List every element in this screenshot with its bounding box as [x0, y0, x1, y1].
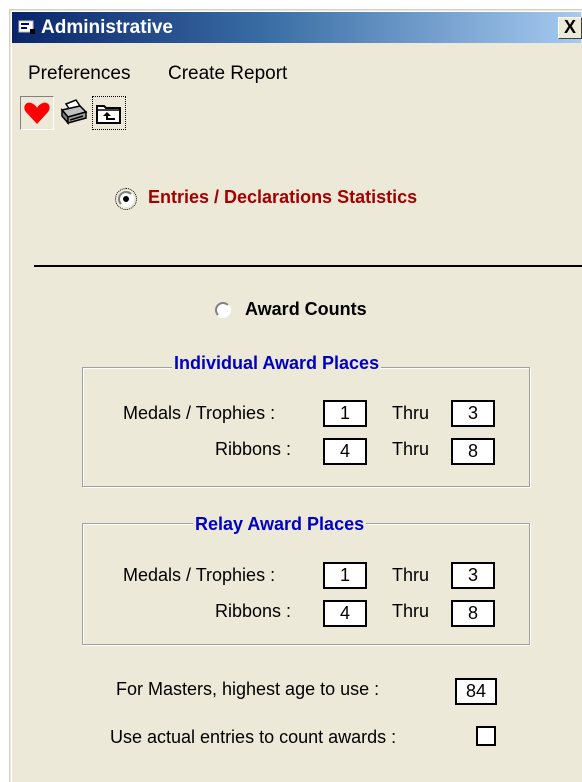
- individual-ribbons-to-input[interactable]: 8: [451, 438, 495, 465]
- menu-preferences[interactable]: Preferences: [28, 63, 130, 85]
- individual-group-title: Individual Award Places: [172, 353, 382, 374]
- relay-ribbons-to-input[interactable]: 8: [451, 600, 495, 627]
- close-icon: X: [563, 17, 576, 37]
- print-button[interactable]: [56, 96, 90, 130]
- entries-radio-label[interactable]: Entries / Declarations Statistics: [148, 187, 417, 208]
- close-button[interactable]: X: [558, 17, 582, 39]
- individual-ribbons-thru-label: Thru: [392, 439, 430, 459]
- relay-ribbons-label: Ribbons :: [215, 601, 292, 621]
- individual-ribbons-label: Ribbons :: [215, 439, 292, 459]
- relay-medals-thru-label: Thru: [392, 565, 430, 585]
- relay-medals-label: Medals / Trophies :: [123, 565, 276, 585]
- radio-selected-dot: [123, 196, 129, 202]
- heart-icon: [24, 102, 50, 124]
- individual-medals-to-input[interactable]: 3: [451, 400, 495, 427]
- individual-medals-thru-label: Thru: [392, 403, 430, 423]
- section-divider: [34, 265, 582, 267]
- menu-create-report[interactable]: Create Report: [168, 63, 287, 85]
- export-button[interactable]: [92, 96, 126, 130]
- relay-medals-from-input[interactable]: 1: [323, 562, 367, 589]
- award-counts-label[interactable]: Award Counts: [245, 299, 367, 320]
- favorites-button[interactable]: [20, 96, 54, 130]
- individual-ribbons-from-input[interactable]: 4: [323, 438, 367, 465]
- relay-ribbons-thru-label: Thru: [392, 601, 430, 621]
- relay-group-title: Relay Award Places: [193, 514, 367, 535]
- masters-age-label: For Masters, highest age to use :: [116, 679, 380, 699]
- printer-icon: [60, 99, 88, 126]
- relay-ribbons-from-input[interactable]: 4: [323, 600, 367, 627]
- folder-up-icon: [96, 105, 121, 124]
- individual-award-group: [82, 367, 530, 487]
- entries-radio[interactable]: [115, 188, 137, 210]
- individual-medals-label: Medals / Trophies :: [123, 403, 276, 423]
- window-title: Administrative: [41, 17, 173, 38]
- individual-medals-from-input[interactable]: 1: [323, 400, 367, 427]
- relay-medals-to-input[interactable]: 3: [451, 562, 495, 589]
- administrative-window: Administrative X Preferences Create Repo…: [9, 9, 582, 782]
- actual-entries-checkbox[interactable]: [476, 726, 496, 746]
- app-icon: [18, 20, 35, 34]
- title-bar[interactable]: Administrative X: [12, 12, 582, 43]
- masters-age-input[interactable]: 84: [455, 678, 497, 705]
- award-counts-radio[interactable]: [215, 302, 231, 318]
- actual-entries-label: Use actual entries to count awards :: [110, 727, 397, 747]
